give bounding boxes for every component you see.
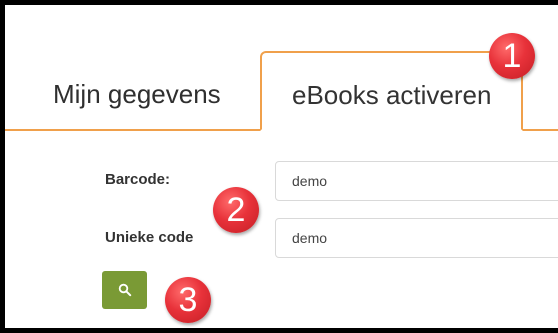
- tab-ebooks-activeren[interactable]: eBooks activeren: [260, 51, 523, 131]
- tab-mijn-gegevens[interactable]: Mijn gegevens: [53, 79, 221, 110]
- unieke-code-input[interactable]: [275, 218, 558, 258]
- step-badge-3: 3: [165, 277, 211, 323]
- barcode-input[interactable]: [275, 161, 558, 201]
- search-button[interactable]: [102, 271, 147, 309]
- step-badge-1: 1: [489, 33, 535, 79]
- unieke-code-label: Unieke code: [105, 229, 194, 246]
- search-icon: [118, 283, 131, 297]
- screenshot-frame: Mijn gegevens eBooks activeren Barcode: …: [0, 0, 558, 333]
- barcode-label: Barcode:: [105, 171, 171, 188]
- step-badge-2: 2: [213, 187, 259, 233]
- tab-ebooks-activeren-label: eBooks activeren: [292, 80, 492, 110]
